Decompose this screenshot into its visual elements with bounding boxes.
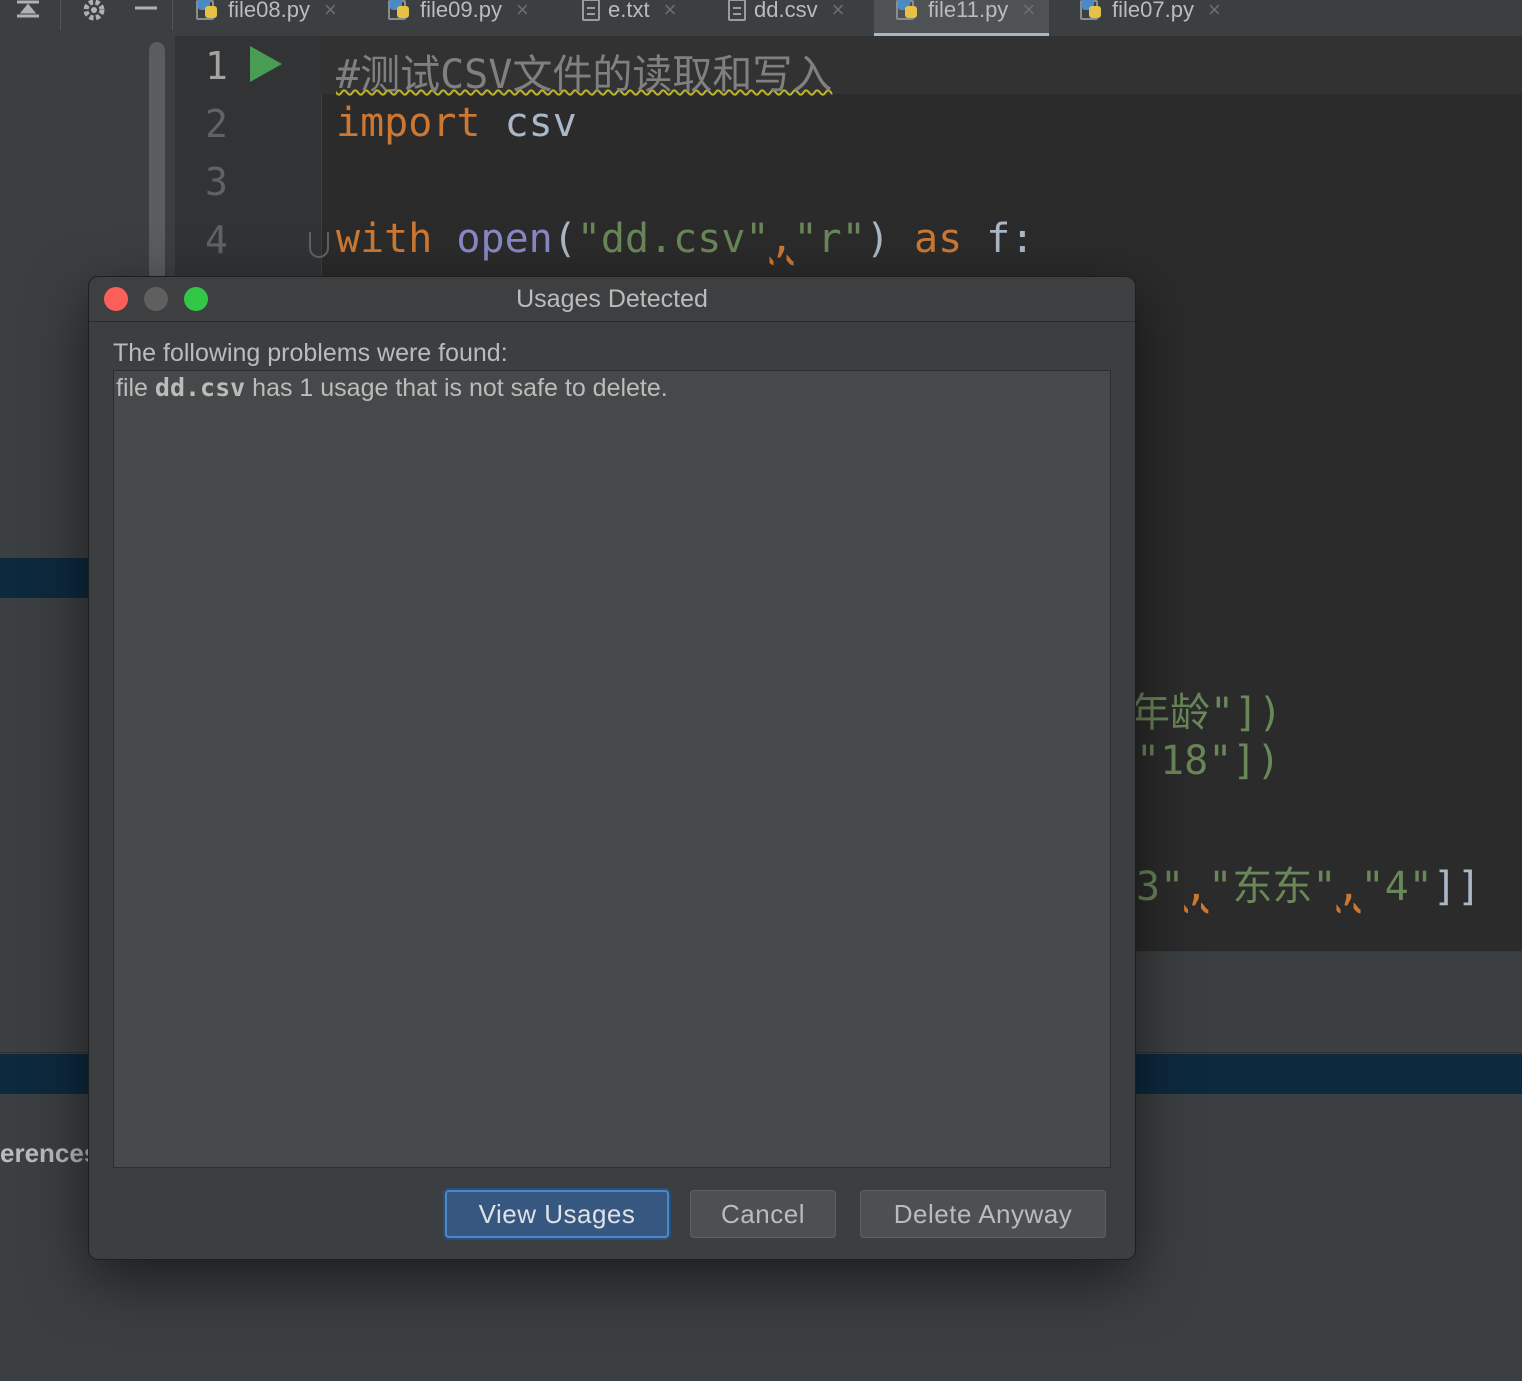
keyword-as: as	[914, 216, 963, 262]
close-icon[interactable]: ×	[1208, 0, 1221, 21]
comma-warning: ,	[769, 216, 794, 262]
close-icon[interactable]: ×	[516, 0, 529, 21]
line-number: 1	[205, 44, 228, 88]
code-text: f:	[962, 216, 1035, 262]
problem-filename: dd.csv	[154, 373, 246, 402]
comma-warning: ,	[1336, 864, 1361, 910]
code-line-1: #测试CSV文件的读取和写入	[336, 42, 832, 100]
line-number: 2	[205, 102, 228, 146]
tab-label: dd.csv	[754, 0, 818, 22]
usages-detected-dialog: Usages Detected The following problems w…	[88, 276, 1136, 1260]
line-number: 3	[205, 160, 228, 204]
toolbar-separator	[172, 0, 173, 30]
keyword-with: with	[336, 216, 433, 262]
gear-icon[interactable]	[74, 0, 114, 30]
tab-label: file11.py	[928, 0, 1009, 22]
close-icon[interactable]: ×	[1022, 0, 1035, 21]
problem-prefix: file	[116, 374, 155, 402]
tab-file11[interactable]: file11.py ×	[874, 0, 1050, 36]
string-literal: "东东"	[1208, 864, 1337, 910]
string-literal: "dd.csv"	[576, 216, 770, 262]
delete-anyway-button[interactable]: Delete Anyway	[860, 1190, 1106, 1238]
problem-item: file dd.csv has 1 usage that is not safe…	[116, 373, 668, 403]
string-literal: "18"])	[1136, 738, 1281, 784]
cancel-button[interactable]: Cancel	[690, 1190, 836, 1238]
code-text: csv	[480, 100, 577, 146]
code-line-4: with open("dd.csv","r") as f:	[336, 216, 1034, 262]
editor-tab-bar: file08.py × file09.py × e.txt × dd.csv ×…	[0, 0, 1522, 37]
code-text: ]]	[1432, 864, 1481, 910]
run-icon[interactable]	[250, 46, 282, 82]
python-file-icon	[196, 0, 220, 22]
close-icon[interactable]: ×	[324, 0, 337, 21]
code-line-partial: 年龄"])	[1130, 680, 1282, 738]
toolbar-separator	[60, 0, 61, 30]
builtin-open: open	[456, 216, 553, 262]
code-comment: #测试CSV文件的读取和写入	[336, 52, 833, 98]
text-file-icon	[728, 0, 746, 21]
close-icon[interactable]: ×	[664, 0, 677, 21]
tab-file07[interactable]: file07.py ×	[1080, 0, 1221, 34]
problems-header: The following problems were found:	[113, 339, 508, 367]
code-line-partial: 3","东东","4"]]	[1136, 854, 1481, 912]
tab-label: file09.py	[420, 0, 502, 22]
tab-label: e.txt	[608, 0, 650, 22]
comma-warning: ,	[1184, 864, 1209, 910]
paren: )	[865, 216, 890, 262]
tab-e-txt[interactable]: e.txt ×	[582, 0, 676, 34]
paren: (	[552, 216, 577, 262]
string-literal: 年龄"])	[1130, 690, 1283, 736]
editor-divider	[1136, 951, 1522, 952]
python-file-icon	[1080, 0, 1104, 22]
minimize-icon[interactable]	[126, 0, 166, 30]
code-line-2: import csv	[336, 100, 577, 146]
view-usages-button[interactable]: View Usages	[445, 1190, 669, 1238]
text-file-icon	[582, 0, 600, 21]
line-number: 4	[205, 218, 228, 262]
keyword-import: import	[336, 100, 481, 146]
python-file-icon	[388, 0, 412, 22]
dialog-titlebar[interactable]: Usages Detected	[89, 277, 1135, 322]
problems-list[interactable]: file dd.csv has 1 usage that is not safe…	[113, 370, 1111, 1168]
tab-dd-csv[interactable]: dd.csv ×	[728, 0, 844, 34]
bottom-panel-label: erences	[0, 1138, 99, 1168]
string-literal: 3"	[1136, 864, 1185, 910]
dialog-title: Usages Detected	[516, 285, 708, 313]
tab-label: file08.py	[228, 0, 310, 22]
python-file-icon	[896, 0, 920, 22]
close-icon[interactable]: ×	[832, 0, 845, 21]
code-line-partial: "18"])	[1136, 738, 1281, 784]
string-literal: "4"	[1360, 864, 1433, 910]
tab-file08[interactable]: file08.py ×	[196, 0, 337, 34]
problem-suffix: has 1 usage that is not safe to delete.	[245, 374, 668, 402]
string-literal: "r"	[793, 216, 866, 262]
project-scrollbar[interactable]	[149, 42, 165, 282]
tab-file09[interactable]: file09.py ×	[388, 0, 529, 34]
fold-icon[interactable]	[309, 232, 329, 258]
collapse-icon[interactable]	[8, 0, 48, 30]
tab-label: file07.py	[1112, 0, 1194, 22]
